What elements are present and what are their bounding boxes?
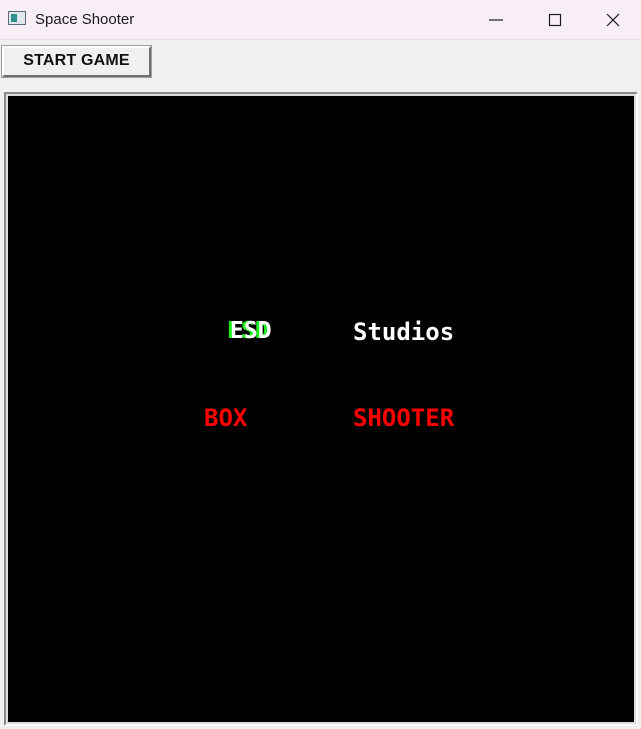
game-canvas-frame: ESD Studios BOX SHOOTER <box>4 92 638 726</box>
game-canvas[interactable]: ESD Studios BOX SHOOTER <box>8 96 634 722</box>
toolbar: START GAME <box>0 40 641 90</box>
window-title: Space Shooter <box>35 11 135 28</box>
maximize-icon <box>548 13 562 27</box>
app-window-icon <box>8 11 26 25</box>
close-icon <box>606 13 620 27</box>
splash-box-text: BOX <box>204 404 248 432</box>
minimize-button[interactable] <box>467 0 525 40</box>
start-game-button[interactable]: START GAME <box>1 45 152 78</box>
minimize-icon <box>489 19 503 21</box>
splash-shooter-text: SHOOTER <box>353 404 455 432</box>
maximize-button[interactable] <box>526 0 584 40</box>
splash-studios-text: Studios <box>353 318 455 346</box>
title-bar: Space Shooter <box>0 0 641 40</box>
close-button[interactable] <box>584 0 641 40</box>
splash-esd-text: ESD <box>230 318 272 344</box>
